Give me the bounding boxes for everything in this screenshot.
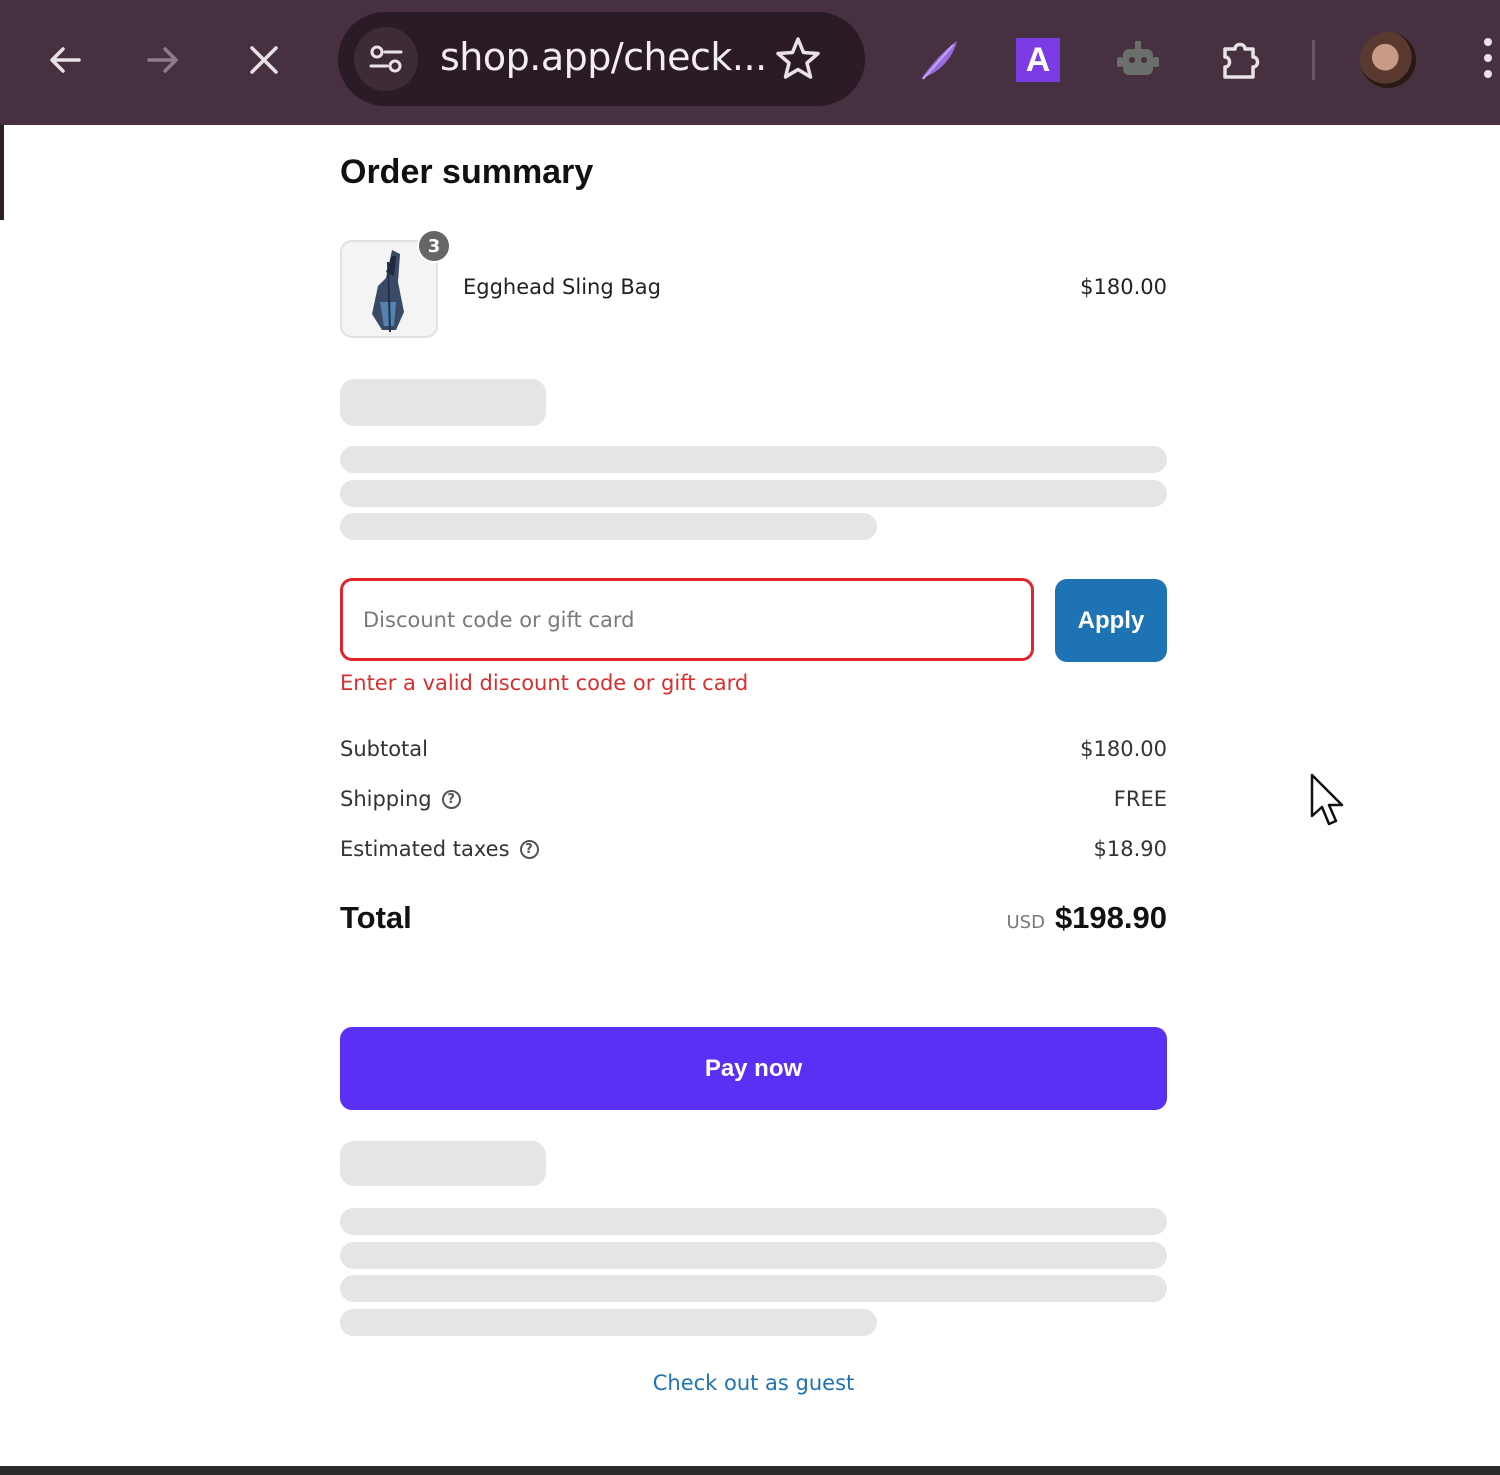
checkout-as-guest-link[interactable]: Check out as guest [340,1371,1167,1395]
subtotal-value: $180.00 [1080,737,1167,761]
loading-skeleton [340,1309,877,1336]
close-icon [250,46,278,74]
feather-extension-icon[interactable] [910,32,966,88]
feather-icon [921,41,957,80]
url-text[interactable]: shop.app/check... [440,35,767,79]
apply-discount-button[interactable]: Apply [1055,579,1167,662]
quantity-badge: 3 [417,229,451,263]
pay-now-button[interactable]: Pay now [340,1027,1167,1110]
subtotal-label: Subtotal [340,737,428,761]
loading-skeleton [340,513,877,540]
a-extension-letter: A [1016,38,1060,82]
taxes-label: Estimated taxes ? [340,837,539,861]
loading-skeleton [340,1242,1167,1269]
taxes-value: $18.90 [1093,837,1167,861]
shipping-label: Shipping ? [340,787,461,811]
robot-icon [1117,41,1159,75]
loading-skeleton [340,379,546,426]
stop-loading-button[interactable] [234,30,294,90]
help-icon[interactable]: ? [519,839,539,859]
total-label: Total [340,900,412,935]
order-summary-title: Order summary [340,153,594,191]
product-price: $180.00 [1080,275,1167,299]
puzzle-icon [1223,42,1260,79]
mouse-cursor-icon [1310,773,1344,826]
currency-code: USD [1006,912,1045,933]
shipping-value: FREE [1113,787,1167,811]
discount-error-message: Enter a valid discount code or gift card [340,671,749,695]
forward-button[interactable] [133,30,193,90]
a-extension-icon[interactable]: A [1010,32,1066,88]
window-bottom-edge [0,1466,1500,1475]
shipping-label-text: Shipping [340,787,432,811]
back-button[interactable] [35,30,95,90]
subtotal-label-text: Subtotal [340,737,428,761]
taxes-label-text: Estimated taxes [340,837,510,861]
total-amount: USD $198.90 [1006,900,1167,936]
bookmark-star-icon[interactable] [773,34,823,84]
help-icon[interactable]: ? [441,789,461,809]
profile-avatar[interactable] [1360,32,1416,88]
loading-skeleton [340,446,1167,473]
loading-skeleton [340,1208,1167,1235]
back-arrow-icon [50,47,81,73]
menu-kebab-icon[interactable] [1478,38,1498,82]
total-value: $198.90 [1054,900,1167,935]
browser-toolbar: shop.app/check... A [0,0,1500,125]
product-name: Egghead Sling Bag [463,275,661,299]
address-bar[interactable]: shop.app/check... [338,12,865,106]
loading-skeleton [340,480,1167,507]
robot-extension-icon[interactable] [1110,32,1166,88]
window-edge [0,125,4,220]
loading-skeleton [340,1275,1167,1302]
loading-skeleton [340,1141,546,1186]
discount-code-input[interactable] [340,578,1034,661]
toolbar-divider [1312,40,1315,80]
extensions-button[interactable] [1212,32,1268,88]
site-info-button[interactable] [354,27,418,91]
tune-icon [369,45,403,73]
forward-arrow-icon [147,47,178,73]
